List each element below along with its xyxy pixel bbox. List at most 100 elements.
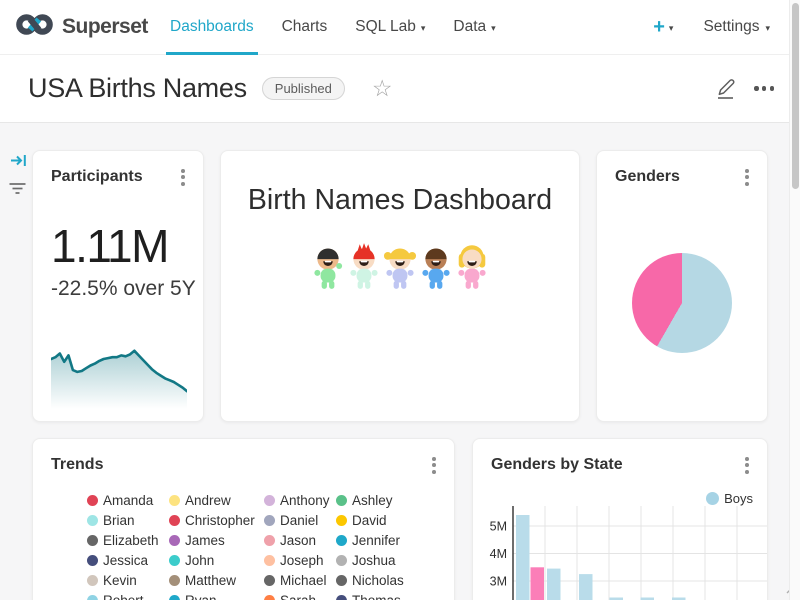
legend-item-robert[interactable]: Robert xyxy=(87,590,169,600)
trendline-area xyxy=(51,344,187,419)
legend-label: Thomas xyxy=(352,593,401,600)
chevron-down-icon: ▾ xyxy=(669,22,674,33)
legend-item-anthony[interactable]: Anthony xyxy=(264,490,336,510)
legend-item-james[interactable]: James xyxy=(169,530,264,550)
baby-blue-brown-hair-icon xyxy=(419,243,453,295)
legend-item-daniel[interactable]: Daniel xyxy=(264,510,336,530)
legend-item-elizabeth[interactable]: Elizabeth xyxy=(87,530,169,550)
legend-label: Ashley xyxy=(352,493,393,508)
legend-item-boys[interactable]: Boys xyxy=(706,491,753,506)
legend-label: Andrew xyxy=(185,493,231,508)
filter-list-icon[interactable] xyxy=(8,181,27,202)
legend-item-matthew[interactable]: Matthew xyxy=(169,570,264,590)
legend-label: Elizabeth xyxy=(103,533,159,548)
participants-card: Participants 1.11M -22.5% over 5Y xyxy=(32,150,204,422)
legend-label: Brian xyxy=(103,513,135,528)
edit-icon[interactable] xyxy=(715,77,736,101)
legend-item-christopher[interactable]: Christopher xyxy=(169,510,264,530)
chart-kebab-menu-icon[interactable] xyxy=(742,454,752,477)
legend-item-brian[interactable]: Brian xyxy=(87,510,169,530)
legend-item-joshua[interactable]: Joshua xyxy=(336,550,426,570)
legend-label: David xyxy=(352,513,387,528)
legend-item-john[interactable]: John xyxy=(169,550,264,570)
expand-filter-bar-icon[interactable] xyxy=(10,152,28,174)
main-nav: Dashboards Charts SQL Lab ▾ Data ▾ xyxy=(156,0,510,55)
legend-swatch xyxy=(169,535,180,546)
legend-label: Jennifer xyxy=(352,533,400,548)
legend-label: Christopher xyxy=(185,513,255,528)
svg-text:4M: 4M xyxy=(490,547,507,561)
legend-item-kevin[interactable]: Kevin xyxy=(87,570,169,590)
superset-brand[interactable]: Superset xyxy=(16,11,148,43)
chart-kebab-menu-icon[interactable] xyxy=(429,454,439,477)
legend-item-michael[interactable]: Michael xyxy=(264,570,336,590)
legend-label: Amanda xyxy=(103,493,153,508)
legend-swatch xyxy=(336,595,347,600)
nav-label: SQL Lab xyxy=(355,18,416,36)
genders-pie[interactable] xyxy=(632,253,732,353)
superset-dashboard-page: Superset Dashboards Charts SQL Lab ▾ Dat… xyxy=(0,0,800,600)
chart-kebab-menu-icon[interactable] xyxy=(178,166,188,189)
big-number-value: 1.11M xyxy=(51,219,203,273)
legend-item-thomas[interactable]: Thomas xyxy=(336,590,426,600)
legend-swatch xyxy=(336,575,347,586)
legend-item-jessica[interactable]: Jessica xyxy=(87,550,169,570)
chevron-down-icon: ▾ xyxy=(421,22,426,33)
chart-kebab-menu-icon[interactable] xyxy=(742,166,752,189)
legend-label: Jason xyxy=(280,533,316,548)
markdown-heading: Birth Names Dashboard xyxy=(221,184,579,217)
favorite-star-icon[interactable]: ☆ xyxy=(372,77,393,100)
legend-item-joseph[interactable]: Joseph xyxy=(264,550,336,570)
legend-item-ryan[interactable]: Ryan xyxy=(169,590,264,600)
scrollbar-thumb[interactable] xyxy=(792,3,799,189)
legend-label: Jessica xyxy=(103,553,148,568)
settings-label: Settings xyxy=(703,18,759,36)
legend-item-amanda[interactable]: Amanda xyxy=(87,490,169,510)
settings-menu[interactable]: Settings ▾ xyxy=(703,18,770,36)
legend-item-jason[interactable]: Jason xyxy=(264,530,336,550)
chart-title: Genders by State xyxy=(491,456,623,474)
top-navbar: Superset Dashboards Charts SQL Lab ▾ Dat… xyxy=(0,0,800,55)
legend-item-andrew[interactable]: Andrew xyxy=(169,490,264,510)
trends-card: Trends AmandaAndrewAnthonyAshleyBrianChr… xyxy=(32,438,455,600)
legend-swatch xyxy=(336,495,347,506)
legend-label: Boys xyxy=(724,491,753,506)
page-title: USA Births Names xyxy=(28,73,247,104)
legend-swatch xyxy=(706,492,719,505)
legend-swatch xyxy=(264,575,275,586)
more-actions-icon[interactable] xyxy=(754,86,774,90)
chart-title: Genders xyxy=(615,168,680,186)
legend-label: Daniel xyxy=(280,513,318,528)
plus-icon: + xyxy=(653,17,665,37)
nav-item-charts[interactable]: Charts xyxy=(268,0,342,55)
legend-label: Nicholas xyxy=(352,573,404,588)
genders-by-state-card: Genders by State Boys 5M4M3M xyxy=(472,438,768,600)
legend-label: John xyxy=(185,553,214,568)
legend-swatch xyxy=(336,515,347,526)
nav-item-sql-lab[interactable]: SQL Lab ▾ xyxy=(341,0,439,55)
chart-title: Participants xyxy=(51,168,143,186)
legend-swatch xyxy=(264,495,275,506)
svg-text:3M: 3M xyxy=(490,575,507,589)
legend-label: Sarah xyxy=(280,593,316,600)
published-badge[interactable]: Published xyxy=(262,77,345,100)
brand-name: Superset xyxy=(62,15,148,39)
markdown-card: Birth Names Dashboard xyxy=(220,150,580,422)
legend-swatch xyxy=(87,575,98,586)
nav-label: Charts xyxy=(282,18,328,36)
nav-item-data[interactable]: Data ▾ xyxy=(439,0,509,55)
new-item-button[interactable]: + ▾ xyxy=(653,17,673,37)
navbar-right: + ▾ Settings ▾ xyxy=(653,17,800,37)
genders-card: Genders xyxy=(596,150,768,422)
legend-item-ashley[interactable]: Ashley xyxy=(336,490,426,510)
legend-item-sarah[interactable]: Sarah xyxy=(264,590,336,600)
legend-swatch xyxy=(87,535,98,546)
participants-sparkline xyxy=(51,344,187,414)
legend-item-jennifer[interactable]: Jennifer xyxy=(336,530,426,550)
legend-item-david[interactable]: David xyxy=(336,510,426,530)
nav-label: Data xyxy=(453,18,486,36)
legend-swatch xyxy=(87,495,98,506)
baby-mint-red-hair-icon xyxy=(347,243,381,295)
nav-item-dashboards[interactable]: Dashboards xyxy=(156,0,268,55)
legend-item-nicholas[interactable]: Nicholas xyxy=(336,570,426,590)
